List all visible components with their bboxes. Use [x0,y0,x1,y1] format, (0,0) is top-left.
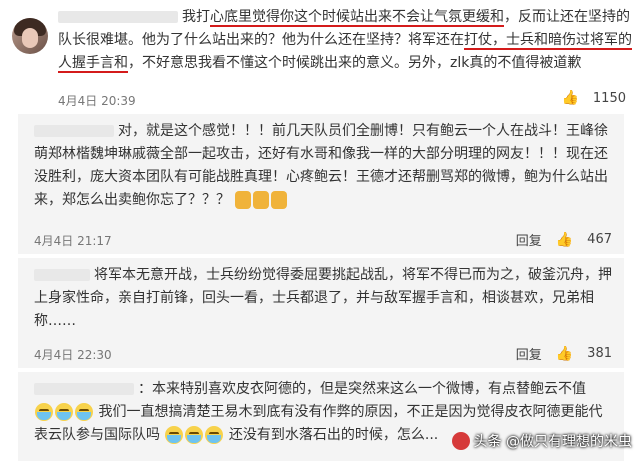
thumb-up-icon[interactable]: 👍 [556,346,573,362]
emoji-icon [55,403,73,421]
thumb-down-icon [235,191,252,209]
blurred-username[interactable] [34,269,90,281]
like-count: 467 [587,232,612,247]
blurred-username[interactable] [58,11,178,23]
blurred-username[interactable] [34,383,134,395]
reply-time: 4月4日 21:17 [34,234,112,248]
reply-button[interactable]: 回复 [516,344,542,363]
comment-actions: 👍 1150 [561,90,626,106]
toutiao-logo-icon [451,432,470,450]
reply-text: 将军本无意开战，士兵纷纷觉得委屈要挑起战乱，将军不得已而为之，破釜沉舟，押上身家… [34,267,612,329]
user-avatar[interactable] [12,18,48,54]
reply-actions: 回复 👍 467 [516,230,612,250]
emoji-icon [185,426,204,444]
reply-item: 将军本无意开战，士兵纷纷觉得委屈要挑起战乱，将军不得已而为之，破釜沉舟，押上身家… [18,258,624,368]
comment-text: 我打心底里觉得你这个时候站出来不会让气氛更缓和，反而让还在坚持的队长很难堪。他为… [58,9,632,73]
reply-time: 4月4日 22:30 [34,348,112,362]
thumb-down-icon [271,191,288,209]
reply-item: 对，就是这个感觉！！！前几天队员们全删博！只有鲍云一个人在战斗！王峰徐萌郑林楷魏… [18,114,624,254]
reply-text: 对，就是这个感觉！！！前几天队员们全删博！只有鲍云一个人在战斗！王峰徐萌郑林楷魏… [34,123,608,209]
emoji-icon [35,403,53,421]
thumb-down-icon [253,191,270,209]
emoji-icon [205,426,224,444]
emoji-icon [165,426,184,444]
thumb-up-icon[interactable]: 👍 [556,232,573,248]
like-count: 381 [587,346,612,361]
blurred-username[interactable] [34,125,114,137]
comment-time: 4月4日 20:39 [58,94,136,108]
emoji-icon [75,403,93,421]
like-count: 1150 [592,90,626,106]
reply-button[interactable]: 回复 [516,230,542,249]
reply-actions: 回复 👍 381 [516,344,612,364]
highlighted-text: 心底里觉得你这个时候站出来不会让气氛更缓和 [210,9,504,27]
thumb-up-icon[interactable]: 👍 [561,90,578,106]
watermark: 头条 @做只有理想的米虫 [451,431,632,451]
main-comment: 我打心底里觉得你这个时候站出来不会让气氛更缓和，反而让还在坚持的队长很难堪。他为… [0,0,640,108]
